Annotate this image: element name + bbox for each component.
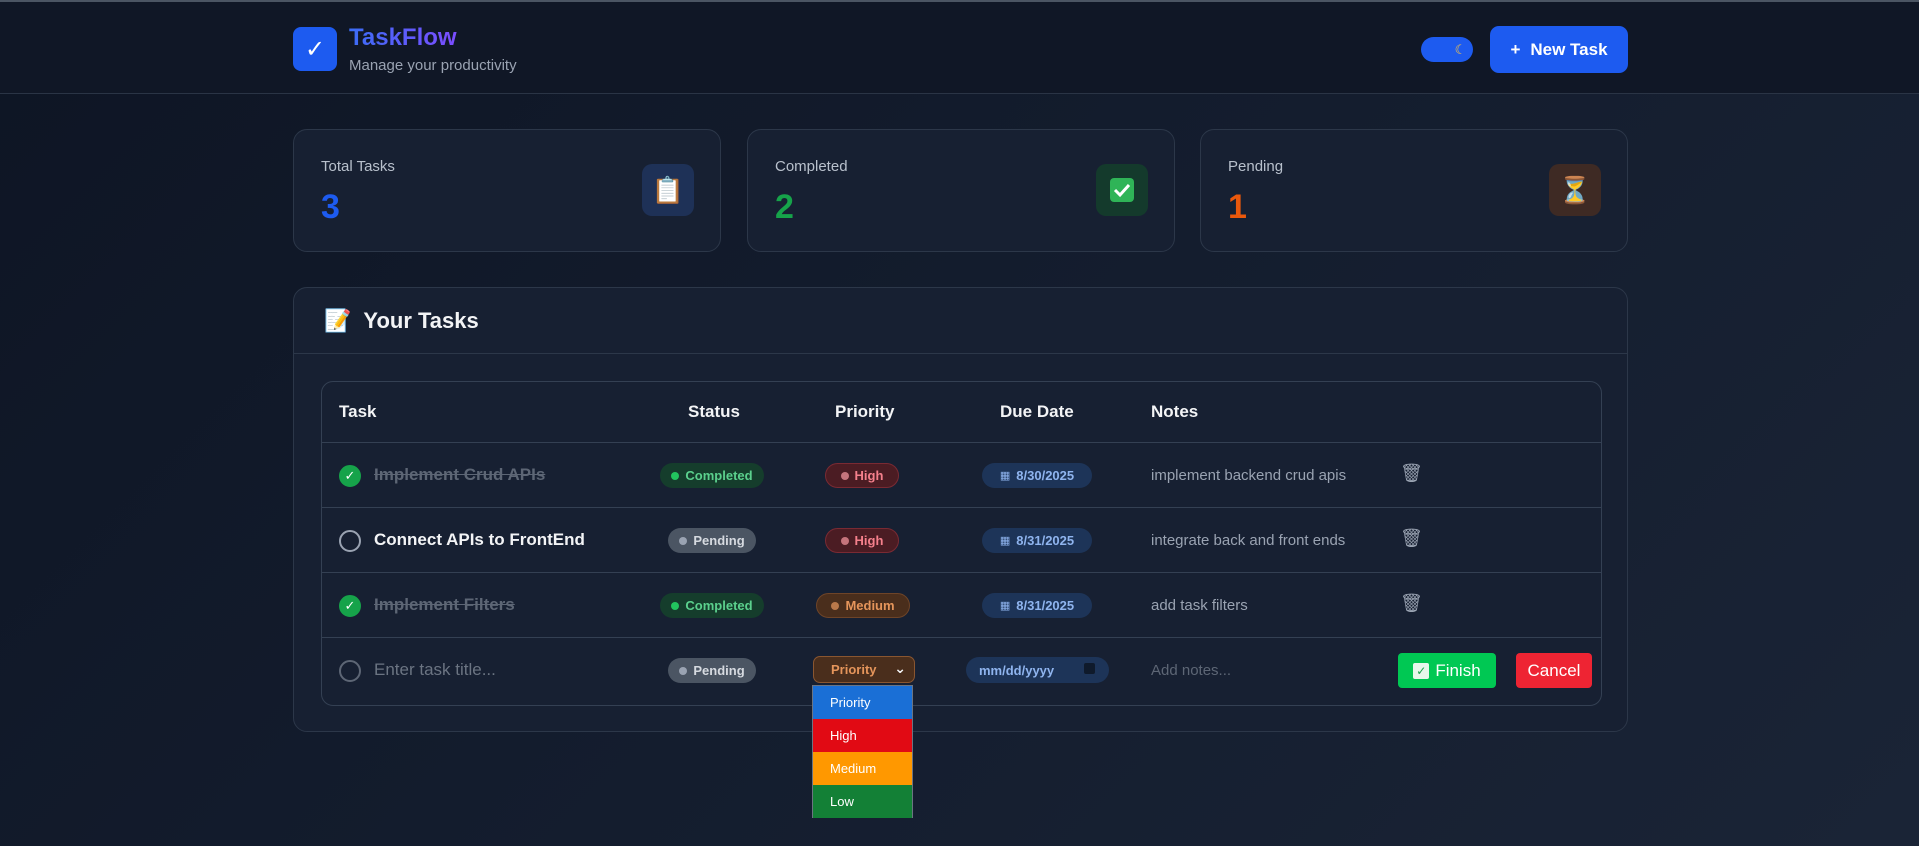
moon-icon: ☾ xyxy=(1454,41,1467,57)
priority-badge: High xyxy=(825,528,899,553)
tasks-panel: 📝 Your Tasks Task Status Priority Due Da… xyxy=(293,287,1628,732)
task-complete-toggle[interactable] xyxy=(339,530,361,552)
finish-button[interactable]: ✓ Finish xyxy=(1398,653,1496,688)
priority-badge: High xyxy=(825,463,899,488)
calendar-icon: ▦ xyxy=(999,470,1011,482)
task-title-input[interactable] xyxy=(374,660,574,680)
priority-badge: Medium xyxy=(816,593,910,618)
priority-option-high[interactable]: High xyxy=(813,719,912,752)
task-title: Implement Crud APIs xyxy=(374,465,546,484)
app-header: ✓ TaskFlow Manage your productivity ☾ + … xyxy=(0,2,1919,94)
status-badge: Completed xyxy=(660,463,764,488)
stat-label: Completed xyxy=(775,158,848,175)
trash-icon[interactable]: 🗑 xyxy=(1400,463,1423,484)
app-subtitle: Manage your productivity xyxy=(349,57,517,74)
new-task-label: New Task xyxy=(1530,39,1608,59)
table-row: Connect APIs to FrontEnd Pending High ▦ 8… xyxy=(322,508,1601,573)
due-date-badge: ▦ 8/31/2025 xyxy=(982,528,1092,553)
task-title: Implement Filters xyxy=(374,595,515,614)
calendar-icon xyxy=(1084,663,1095,674)
new-task-row: Pending Priority ⌄ mm/dd/yyyy Add notes.… xyxy=(322,638,1601,703)
stat-value: 3 xyxy=(321,188,340,226)
calendar-icon: ▦ xyxy=(999,600,1011,612)
stat-value: 2 xyxy=(775,188,794,226)
priority-option-priority[interactable]: Priority xyxy=(813,686,912,719)
check-icon: ✓ xyxy=(1413,662,1430,679)
due-date-input[interactable]: mm/dd/yyyy xyxy=(966,657,1109,683)
app-title: TaskFlow xyxy=(349,24,457,51)
priority-option-low[interactable]: Low xyxy=(813,785,912,818)
priority-dropdown: Priority High Medium Low xyxy=(812,685,913,818)
tasks-panel-header: 📝 Your Tasks xyxy=(294,288,1627,354)
logo-check-icon: ✓ xyxy=(293,27,337,71)
task-complete-toggle[interactable] xyxy=(339,660,361,682)
tasks-table: Task Status Priority Due Date Notes ✓ Im… xyxy=(321,381,1602,706)
stat-card-pending: Pending 1 ⏳ xyxy=(1200,129,1628,252)
column-header-due-date: Due Date xyxy=(1000,402,1074,421)
table-row: ✓ Implement Crud APIs Completed High ▦ 8/… xyxy=(322,443,1601,508)
task-complete-toggle[interactable]: ✓ xyxy=(339,595,361,617)
due-date-badge: ▦ 8/31/2025 xyxy=(982,593,1092,618)
task-notes: integrate back and front ends xyxy=(1151,532,1346,549)
status-badge: Pending xyxy=(668,658,756,683)
stat-label: Pending xyxy=(1228,158,1284,175)
stat-value: 1 xyxy=(1228,188,1247,226)
clipboard-icon: 📋 xyxy=(642,164,694,216)
calendar-icon: ▦ xyxy=(999,535,1011,547)
new-task-button[interactable]: + New Task xyxy=(1490,26,1628,73)
column-header-task: Task xyxy=(339,402,377,421)
chevron-down-icon: ⌄ xyxy=(894,660,906,676)
cancel-button[interactable]: Cancel xyxy=(1516,653,1592,688)
table-row: ✓ Implement Filters Completed Medium ▦ 8/… xyxy=(322,573,1601,638)
hourglass-icon: ⏳ xyxy=(1549,164,1601,216)
tasks-panel-title: Your Tasks xyxy=(363,307,479,333)
column-header-status: Status xyxy=(688,402,740,421)
stat-card-total: Total Tasks 3 📋 xyxy=(293,129,721,252)
trash-icon[interactable]: 🗑 xyxy=(1400,593,1423,614)
column-header-notes: Notes xyxy=(1151,402,1199,421)
task-title: Connect APIs to FrontEnd xyxy=(374,530,585,549)
memo-icon: 📝 xyxy=(324,307,352,333)
trash-icon[interactable]: 🗑 xyxy=(1400,528,1423,549)
priority-option-medium[interactable]: Medium xyxy=(813,752,912,785)
due-date-badge: ▦ 8/30/2025 xyxy=(982,463,1092,488)
task-notes: implement backend crud apis xyxy=(1151,467,1347,484)
table-header: Task Status Priority Due Date Notes xyxy=(322,382,1601,443)
column-header-priority: Priority xyxy=(835,402,895,421)
notes-input[interactable]: Add notes... xyxy=(1151,662,1231,679)
theme-toggle[interactable]: ☾ xyxy=(1421,37,1473,62)
stat-card-completed: Completed 2 xyxy=(747,129,1175,252)
status-badge: Completed xyxy=(660,593,764,618)
check-box-icon xyxy=(1096,164,1148,216)
stat-label: Total Tasks xyxy=(321,158,395,175)
priority-select[interactable]: Priority ⌄ xyxy=(813,656,915,683)
task-notes: add task filters xyxy=(1151,597,1248,614)
plus-icon: + xyxy=(1510,39,1521,59)
task-complete-toggle[interactable]: ✓ xyxy=(339,465,361,487)
status-badge: Pending xyxy=(668,528,756,553)
